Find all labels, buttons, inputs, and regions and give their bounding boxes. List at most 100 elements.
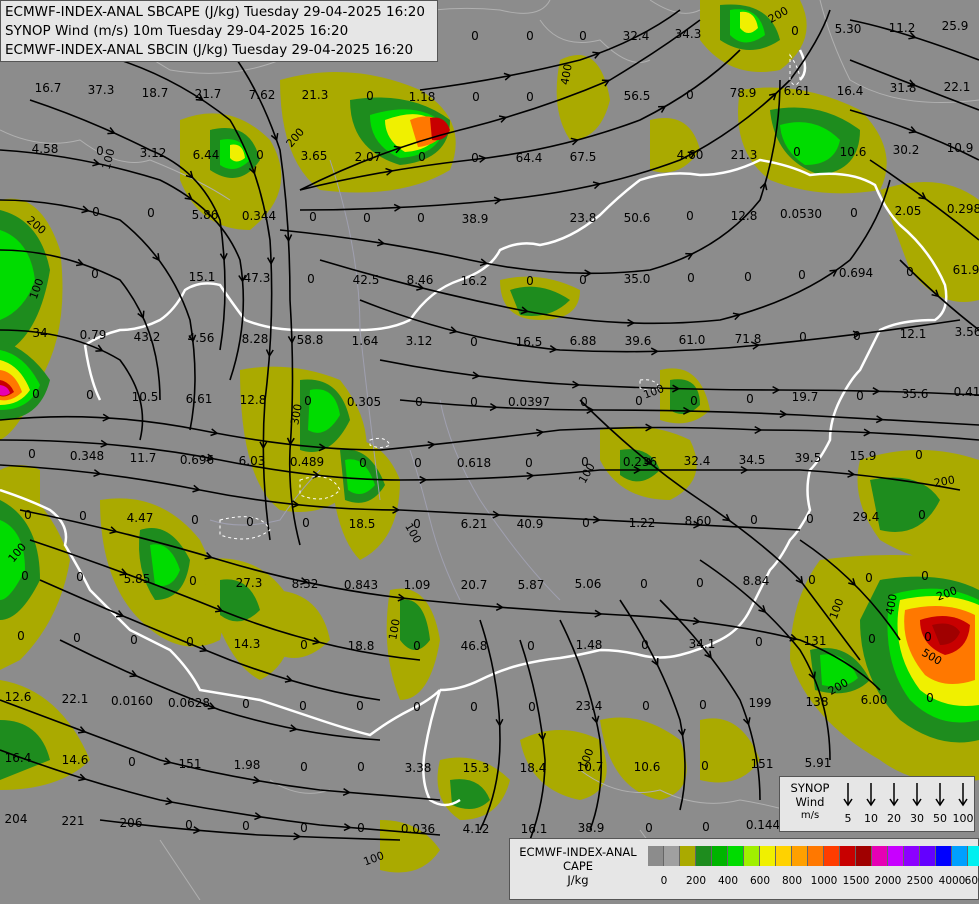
station-value-label: 199 (749, 696, 772, 710)
station-value-label: 0 (791, 24, 799, 38)
station-value-label: 0 (528, 700, 536, 714)
station-value-label: 0 (413, 517, 421, 531)
cape-swatch (648, 846, 664, 866)
station-value-label: 0 (185, 818, 193, 832)
station-value-label: 0 (579, 29, 587, 43)
station-value-label: 0 (868, 632, 876, 646)
station-value-label: 0 (307, 272, 315, 286)
station-value-label: 16.1 (521, 822, 548, 836)
station-value-label: 40.9 (517, 517, 544, 531)
station-value-label: 0 (793, 145, 801, 159)
cape-legend-variable: CAPE (562, 859, 594, 873)
station-value-label: 16.5 (516, 335, 543, 349)
station-value-label: 0.843 (344, 578, 378, 592)
station-value-label: 0 (246, 515, 254, 529)
station-value-label: 8.28 (242, 332, 269, 346)
station-value-label: 0 (580, 395, 588, 409)
station-value-label: 0 (690, 394, 698, 408)
station-value-label: 0 (414, 456, 422, 470)
station-value-label: 0 (702, 820, 710, 834)
station-value-label: 0 (357, 760, 365, 774)
cape-tick-label: 2500 (906, 875, 934, 887)
cape-swatch (696, 846, 712, 866)
station-value-label: 32.4 (684, 454, 711, 468)
station-value-label: 0 (470, 335, 478, 349)
cape-scale-ticks: 0 200 400 600 800 1000 1500 2000 2500 40006000 (648, 875, 979, 889)
cape-swatch (840, 846, 856, 866)
station-value-label: 0 (641, 638, 649, 652)
cape-tick-label: 800 (781, 875, 803, 887)
station-value-label: 6.00 (861, 693, 888, 707)
station-value-label: 8.84 (743, 574, 770, 588)
cape-tick-label: 6000 (964, 875, 979, 887)
cape-tick-label: 400 (717, 875, 739, 887)
station-value-label: 42.5 (353, 273, 380, 287)
station-value-label: 5.85 (124, 572, 151, 586)
station-value-label: 206 (120, 816, 143, 830)
station-value-label: 0 (413, 639, 421, 653)
station-value-label: 151 (751, 757, 774, 771)
station-value-label: 0 (28, 447, 36, 461)
cape-legend: ECMWF-INDEX-ANAL CAPE J/kg 0 200 400 600 800… (509, 838, 979, 900)
station-value-label: 3.12 (140, 146, 167, 160)
station-value-label: 35.0 (624, 272, 651, 286)
station-value-label: 2.07 (355, 150, 382, 164)
station-value-label: 0 (470, 700, 478, 714)
station-value-label: 23.8 (570, 211, 597, 225)
cape-swatch (904, 846, 920, 866)
station-value-label: 0 (526, 274, 534, 288)
station-value-label: 0 (750, 513, 758, 527)
station-value-label: 12.8 (240, 393, 267, 407)
station-value-label: 0.489 (290, 455, 324, 469)
station-value-label: 0 (527, 639, 535, 653)
station-value-label: 0.0530 (780, 207, 822, 221)
station-value-label: 46.8 (461, 639, 488, 653)
station-value-label: 12.1 (900, 327, 927, 341)
station-value-label: 1.18 (409, 90, 436, 104)
station-value-label: 34 (32, 326, 47, 340)
station-value-label: 39.5 (795, 451, 822, 465)
station-value-label: 0 (687, 271, 695, 285)
station-value-label: 0 (865, 571, 873, 585)
station-value-label: 78.9 (730, 86, 757, 100)
station-value-label: 6.61 (784, 84, 811, 98)
station-value-label: 14.6 (62, 753, 89, 767)
station-value-label: 12.8 (731, 209, 758, 223)
cape-color-scale (648, 846, 979, 866)
station-value-label: 0 (21, 569, 29, 583)
cape-swatch (728, 846, 744, 866)
station-value-label: 4.56 (188, 331, 215, 345)
station-value-label: 43.2 (134, 330, 161, 344)
station-value-label: 38.9 (578, 821, 605, 835)
station-value-label: 1.48 (576, 638, 603, 652)
station-value-label: 0 (366, 89, 374, 103)
station-value-label: 34.5 (739, 453, 766, 467)
station-value-label: 0 (853, 329, 861, 343)
cape-swatch (776, 846, 792, 866)
station-value-label: 3.38 (405, 761, 432, 775)
station-value-label: 0 (92, 205, 100, 219)
station-value-label: 0 (806, 512, 814, 526)
station-value-label: 27.3 (236, 576, 263, 590)
cape-swatch (856, 846, 872, 866)
station-value-label: 3.12 (406, 334, 433, 348)
station-value-label: 151 (179, 757, 202, 771)
station-value-label: 18.5 (349, 517, 376, 531)
station-value-label: 0 (635, 394, 643, 408)
station-value-label: 34.1 (689, 637, 716, 651)
station-value-label: 0 (302, 516, 310, 530)
station-value-label: 138 (806, 695, 829, 709)
station-value-label: 11.2 (889, 21, 916, 35)
station-value-label: 56.5 (624, 89, 651, 103)
station-value-label: 0 (130, 633, 138, 647)
station-value-label: 35.6 (902, 387, 929, 401)
station-value-label: 10.6 (634, 760, 661, 774)
station-value-label: 1.09 (404, 578, 431, 592)
station-value-label: 1.22 (629, 516, 656, 530)
wind-value: 20 (887, 812, 901, 825)
station-value-label: 204 (5, 812, 28, 826)
wind-legend-title: SYNOP Wind m/s (784, 781, 836, 823)
station-value-label: 0 (304, 394, 312, 408)
cape-swatch (712, 846, 728, 866)
cape-swatch (824, 846, 840, 866)
